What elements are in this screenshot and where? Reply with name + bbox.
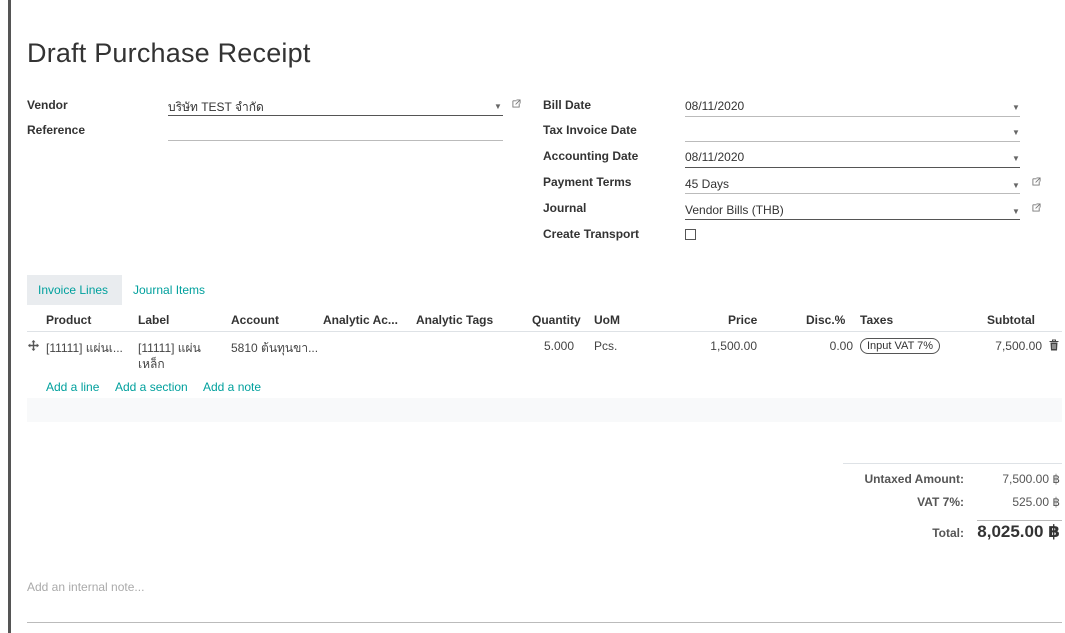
column-header-taxes[interactable]: Taxes [860, 313, 893, 327]
line-price[interactable]: 1,500.00 [660, 339, 757, 353]
column-header-analytic-tags[interactable]: Analytic Tags [416, 313, 493, 327]
vendor-external-link-icon[interactable] [512, 99, 521, 108]
totals-top-divider [843, 463, 1062, 464]
vendor-dropdown-icon[interactable]: ▼ [494, 102, 502, 111]
payment-terms-label: Payment Terms [543, 175, 632, 189]
create-transport-checkbox[interactable] [685, 229, 696, 240]
totals-divider [977, 520, 1062, 521]
line-product[interactable]: [11111] แผ่นเ... [46, 339, 123, 358]
vendor-label: Vendor [27, 98, 68, 112]
bill-date-field[interactable]: 08/11/2020 [685, 99, 744, 113]
add-line-link[interactable]: Add a line [46, 380, 99, 394]
untaxed-amount-value: 7,500.00 ฿ [1002, 472, 1060, 486]
journal-underline [685, 219, 1020, 220]
line-label-line2[interactable]: เหล็ก [138, 355, 165, 374]
journal-dropdown-icon[interactable]: ▼ [1012, 207, 1020, 216]
column-header-account[interactable]: Account [231, 313, 279, 327]
reference-field[interactable] [168, 123, 503, 137]
line-discount[interactable]: 0.00 [790, 339, 853, 353]
table-empty-row [27, 398, 1062, 422]
vat-value: 525.00 ฿ [1012, 495, 1060, 509]
column-header-discount[interactable]: Disc.% [806, 313, 845, 327]
bill-date-label: Bill Date [543, 98, 592, 112]
table-header-divider [27, 331, 1062, 332]
tax-badge[interactable]: Input VAT 7% [860, 338, 941, 354]
accounting-date-underline [685, 167, 1020, 168]
drag-handle-icon[interactable] [28, 340, 39, 351]
journal-label: Journal [543, 201, 587, 215]
line-subtotal: 7,500.00 [995, 339, 1042, 353]
payment-terms-field[interactable]: 45 Days [685, 177, 729, 191]
column-header-price[interactable]: Price [728, 313, 757, 327]
tab-invoice-lines[interactable]: Invoice Lines [27, 275, 122, 305]
payment-terms-underline [685, 193, 1020, 194]
sheet-left-border [8, 0, 11, 633]
internal-note-underline [27, 622, 1062, 623]
payment-terms-dropdown-icon[interactable]: ▼ [1012, 181, 1020, 190]
reference-underline [168, 140, 503, 141]
vendor-underline [168, 115, 503, 116]
add-note-link[interactable]: Add a note [203, 380, 261, 394]
tax-invoice-date-label: Tax Invoice Date [543, 123, 637, 137]
column-header-analytic-account[interactable]: Analytic Ac... [323, 313, 398, 327]
line-quantity[interactable]: 5.000 [500, 339, 574, 353]
tax-invoice-date-field[interactable] [685, 124, 1005, 138]
column-header-label[interactable]: Label [138, 313, 169, 327]
column-header-subtotal[interactable]: Subtotal [987, 313, 1035, 327]
bill-date-underline [685, 116, 1020, 117]
line-uom[interactable]: Pcs. [594, 339, 617, 353]
journal-field[interactable]: Vendor Bills (THB) [685, 203, 784, 217]
internal-note-input[interactable]: Add an internal note... [27, 580, 144, 594]
add-section-link[interactable]: Add a section [115, 380, 188, 394]
tax-invoice-date-underline [685, 141, 1020, 142]
column-header-uom[interactable]: UoM [594, 313, 620, 327]
journal-external-link-icon[interactable] [1032, 203, 1041, 212]
page-title: Draft Purchase Receipt [27, 38, 311, 68]
accounting-date-field[interactable]: 08/11/2020 [685, 150, 744, 164]
bill-date-dropdown-icon[interactable]: ▼ [1012, 103, 1020, 112]
column-header-product[interactable]: Product [46, 313, 91, 327]
line-account[interactable]: 5810 ต้นทุนขา... [231, 339, 318, 358]
payment-terms-external-link-icon[interactable] [1032, 177, 1041, 186]
column-header-quantity[interactable]: Quantity [532, 313, 581, 327]
trash-icon[interactable] [1049, 339, 1059, 351]
accounting-date-label: Accounting Date [543, 149, 639, 163]
tab-journal-items[interactable]: Journal Items [122, 275, 216, 305]
tax-invoice-date-dropdown-icon[interactable]: ▼ [1012, 128, 1020, 137]
total-value: 8,025.00 ฿ [977, 522, 1060, 541]
accounting-date-dropdown-icon[interactable]: ▼ [1012, 154, 1020, 163]
reference-label: Reference [27, 123, 86, 137]
create-transport-label: Create Transport [543, 227, 640, 241]
